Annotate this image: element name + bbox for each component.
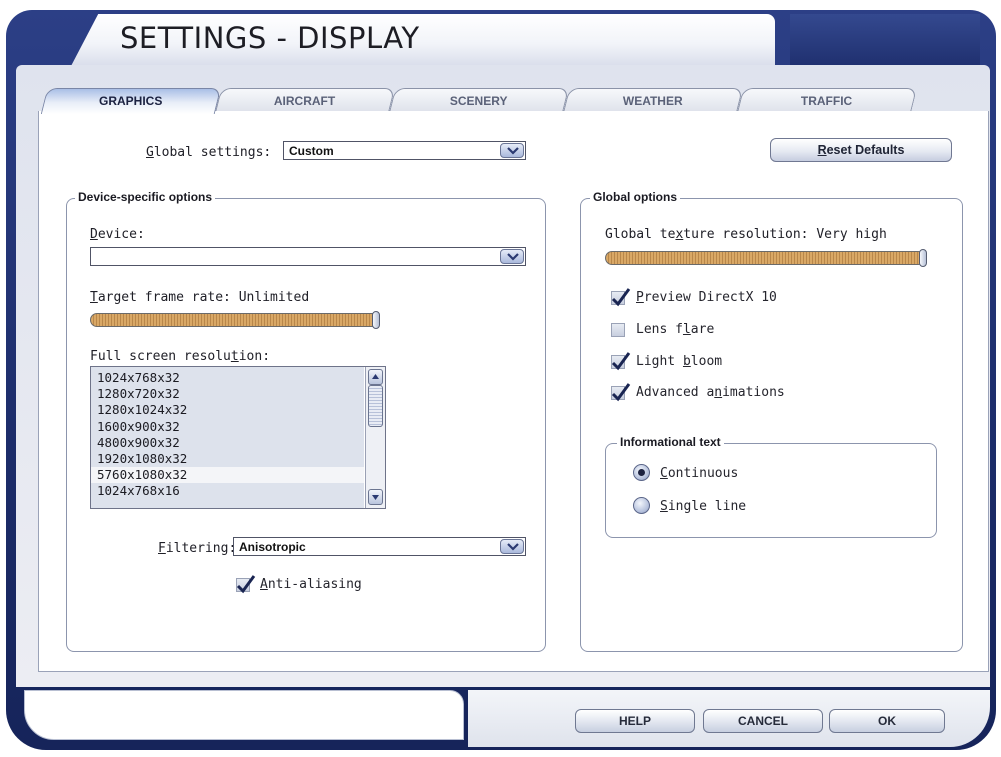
continuous-label[interactable]: Continuous	[660, 466, 738, 481]
chevron-down-icon[interactable]	[500, 143, 524, 158]
anti-aliasing-label[interactable]: Anti-aliasing	[260, 577, 362, 592]
list-item[interactable]: 1024x768x16	[91, 483, 364, 499]
window-title: SETTINGS - DISPLAY	[120, 21, 420, 55]
global-options-group	[580, 198, 963, 652]
texture-resolution-slider-handle[interactable]	[919, 249, 927, 267]
scrollbar-thumb[interactable]	[368, 385, 383, 427]
continuous-radio[interactable]	[633, 464, 650, 481]
light-bloom-label[interactable]: Light bloom	[636, 354, 722, 369]
tab-graphics[interactable]: GRAPHICS	[40, 88, 222, 114]
tab-aircraft[interactable]: AIRCRAFT	[214, 88, 396, 113]
reset-defaults-button[interactable]: Reset Defaults	[770, 138, 952, 162]
list-item[interactable]: 1280x1024x32	[91, 402, 364, 418]
cancel-button[interactable]: CANCEL	[703, 709, 823, 733]
filtering-label: Filtering:	[158, 541, 237, 556]
list-item-selected[interactable]: 5760x1080x32	[91, 467, 364, 484]
radio-selected-dot	[638, 469, 645, 476]
scroll-up-icon[interactable]	[368, 369, 383, 385]
tab-scenery[interactable]: SCENERY	[388, 88, 570, 113]
title-bar-right	[790, 14, 980, 68]
device-label: Device:	[90, 227, 145, 242]
list-item[interactable]: 1024x768x32	[91, 370, 364, 386]
scroll-down-icon[interactable]	[368, 489, 383, 505]
tab-weather[interactable]: WEATHER	[562, 88, 744, 113]
resolution-label: Full screen resolution:	[90, 349, 271, 364]
target-frame-rate-label: Target frame rate: Unlimited	[90, 290, 310, 305]
device-combo[interactable]	[90, 247, 526, 266]
resolution-list: 1024x768x32 1280x720x32 1280x1024x32 160…	[91, 367, 364, 508]
checkmark-icon	[236, 575, 256, 594]
texture-resolution-slider[interactable]	[605, 251, 925, 265]
advanced-animations-checkbox[interactable]	[611, 383, 631, 402]
chevron-down-icon[interactable]	[500, 539, 524, 554]
chevron-down-icon[interactable]	[500, 249, 524, 264]
list-item[interactable]: 1600x900x32	[91, 419, 364, 435]
ok-button[interactable]: OK	[829, 709, 945, 733]
checkmark-icon	[611, 288, 631, 307]
checkmark-icon	[611, 352, 631, 371]
footer-left-panel	[24, 690, 464, 740]
preview-directx10-checkbox[interactable]	[611, 288, 631, 307]
informational-text-group	[605, 443, 937, 538]
settings-window: SETTINGS - DISPLAY GRAPHICS AIRCRAFT SCE…	[0, 0, 1001, 757]
frame-rate-slider-handle[interactable]	[372, 311, 380, 329]
lens-flare-checkbox[interactable]	[611, 323, 625, 337]
global-settings-value: Custom	[289, 144, 334, 158]
filtering-combo[interactable]: Anisotropic	[233, 537, 526, 556]
list-item[interactable]: 4800x900x32	[91, 435, 364, 451]
list-item[interactable]: 1920x1080x32	[91, 451, 364, 467]
preview-directx10-label[interactable]: Preview DirectX 10	[636, 290, 777, 305]
single-line-label[interactable]: Single line	[660, 499, 746, 514]
device-specific-title: Device-specific options	[75, 190, 216, 204]
resolution-listbox[interactable]: 1024x768x32 1280x720x32 1280x1024x32 160…	[90, 366, 386, 509]
informational-text-title: Informational text	[617, 435, 724, 449]
single-line-radio[interactable]	[633, 497, 650, 514]
resolution-scrollbar[interactable]	[365, 367, 385, 508]
help-button[interactable]: HELP	[575, 709, 695, 733]
global-settings-combo[interactable]: Custom	[283, 141, 526, 160]
frame-rate-slider[interactable]	[90, 313, 380, 327]
global-settings-label: Global settings:	[146, 145, 272, 160]
list-item[interactable]: 1280x720x32	[91, 386, 364, 402]
filtering-value: Anisotropic	[239, 540, 306, 554]
lens-flare-label[interactable]: Lens flare	[636, 322, 714, 337]
advanced-animations-label[interactable]: Advanced animations	[636, 385, 785, 400]
texture-resolution-label: Global texture resolution: Very high	[605, 227, 887, 242]
anti-aliasing-checkbox[interactable]	[236, 575, 256, 594]
light-bloom-checkbox[interactable]	[611, 352, 631, 371]
tab-traffic[interactable]: TRAFFIC	[736, 88, 918, 113]
checkmark-icon	[611, 383, 631, 402]
global-options-title: Global options	[590, 190, 680, 204]
